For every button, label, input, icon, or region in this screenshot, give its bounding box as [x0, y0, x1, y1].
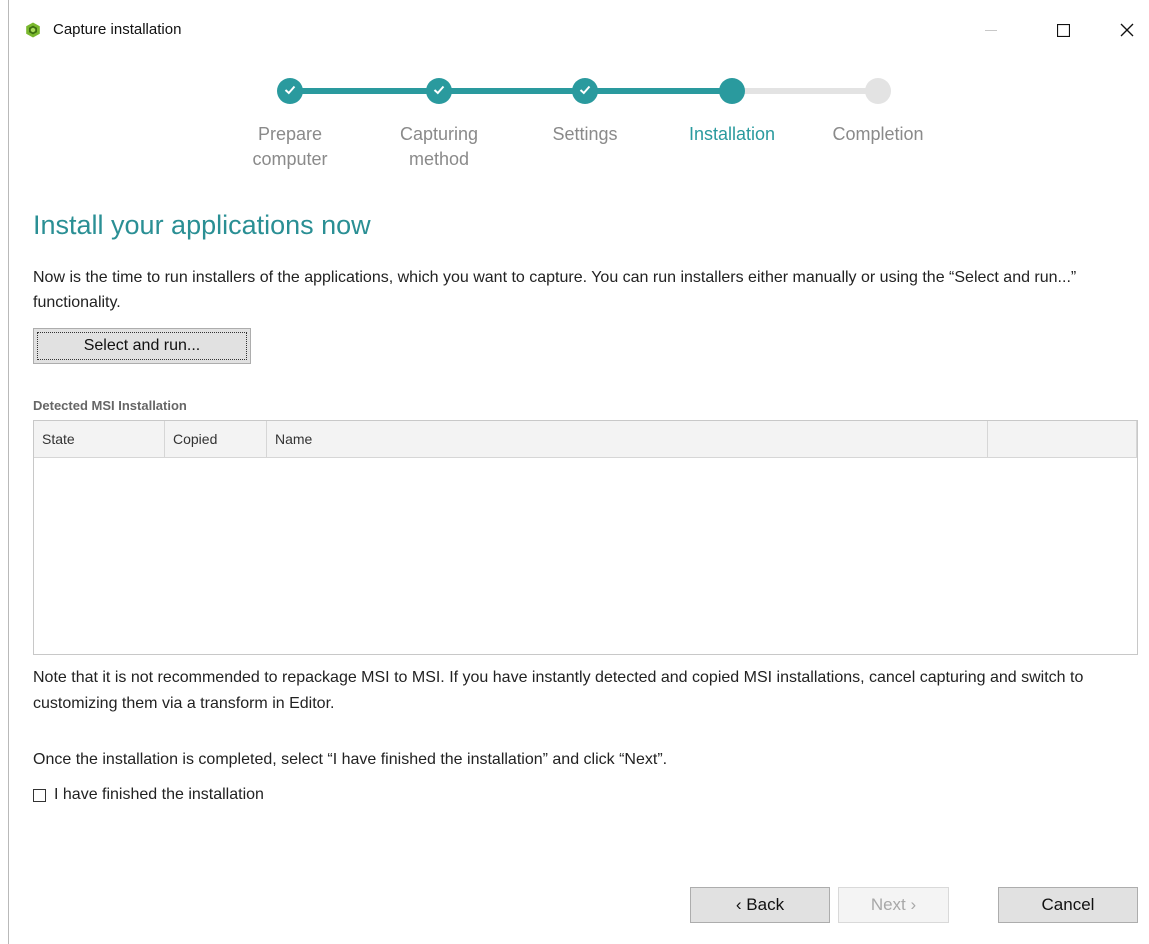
select-and-run-button[interactable]: Select and run...	[33, 328, 251, 364]
step-label-settings: Settings	[552, 124, 618, 144]
detected-msi-table[interactable]: State Copied Name	[33, 420, 1138, 655]
table-header: State Copied Name	[34, 421, 1137, 458]
column-header-copied[interactable]: Copied	[165, 421, 267, 457]
step-label-completion: Completion	[832, 124, 924, 144]
column-header-name[interactable]: Name	[267, 421, 988, 457]
next-button[interactable]: Next ›	[838, 887, 949, 923]
step-label-prepare-computer: Prepare computer	[252, 124, 328, 169]
finished-installation-checkbox-row[interactable]: I have finished the installation	[33, 786, 264, 804]
step-5-pending-dot	[865, 78, 891, 104]
step-3-complete-dot	[572, 78, 598, 104]
step-4-active-dot	[719, 78, 745, 104]
finished-installation-label[interactable]: I have finished the installation	[54, 786, 264, 804]
finished-installation-checkbox[interactable]	[33, 788, 46, 802]
stepper-track-pending	[737, 88, 879, 94]
back-button[interactable]: ‹ Back	[690, 887, 830, 923]
page-heading: Install your applications now	[33, 210, 371, 240]
step-label-capturing-method: Capturing method	[399, 124, 479, 169]
capture-installation-window: Capture installation Prepare computer Ca…	[8, 0, 1149, 944]
column-header-state[interactable]: State	[34, 421, 165, 457]
cancel-button[interactable]: Cancel	[998, 887, 1138, 923]
checkmark-icon	[579, 82, 591, 100]
step-label-installation: Installation	[688, 124, 776, 144]
msi-warning-note: Note that it is not recommended to repac…	[33, 669, 1084, 712]
step-2-complete-dot	[426, 78, 452, 104]
detected-msi-label: Detected MSI Installation	[33, 398, 187, 413]
column-header-extra[interactable]	[988, 421, 1137, 457]
step-1-complete-dot	[277, 78, 303, 104]
completion-instruction: Once the installation is completed, sele…	[33, 751, 668, 768]
stepper-track-completed	[293, 88, 737, 94]
progress-stepper: Prepare computer Capturing method Settings…	[9, 0, 1149, 190]
checkmark-icon	[284, 82, 296, 100]
instructions-text: Now is the time to run installers of the…	[33, 269, 1077, 311]
checkmark-icon	[433, 82, 445, 100]
focus-rectangle	[37, 332, 247, 360]
